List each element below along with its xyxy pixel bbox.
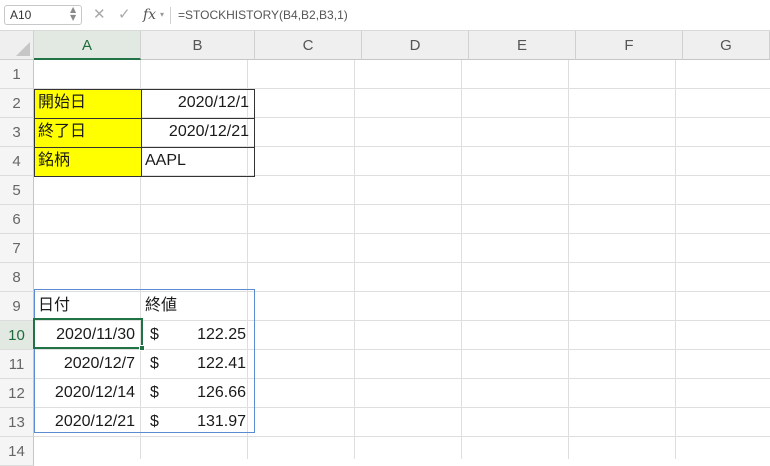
- select-all-icon: [16, 42, 30, 56]
- currency-symbol: $: [150, 355, 159, 372]
- cell-b11[interactable]: $ 122.41: [141, 350, 255, 379]
- row-header-8[interactable]: 8: [0, 263, 34, 292]
- column-header-b[interactable]: B: [141, 31, 255, 60]
- column-header-g[interactable]: G: [683, 31, 770, 60]
- row-header-13[interactable]: 13: [0, 408, 34, 437]
- row-header-2[interactable]: 2: [0, 89, 34, 118]
- row-header-9[interactable]: 9: [0, 292, 34, 321]
- row-header-7[interactable]: 7: [0, 234, 34, 263]
- cell-a4[interactable]: 銘柄: [34, 147, 141, 176]
- column-header-c[interactable]: C: [255, 31, 362, 60]
- cell-b2[interactable]: 2020/12/1: [141, 89, 255, 118]
- column-header-f[interactable]: F: [576, 31, 683, 60]
- cell-a3[interactable]: 終了日: [34, 118, 141, 147]
- column-header-e[interactable]: E: [469, 31, 576, 60]
- row-header-5[interactable]: 5: [0, 176, 34, 205]
- cell-b3[interactable]: 2020/12/21: [141, 118, 255, 147]
- cell-b9[interactable]: 終値: [141, 292, 255, 321]
- row-header-3[interactable]: 3: [0, 118, 34, 147]
- row-header-10[interactable]: 10: [0, 321, 34, 350]
- row-header-12[interactable]: 12: [0, 379, 34, 408]
- cell-b13[interactable]: $ 131.97: [141, 408, 255, 437]
- amount-value: 122.25: [197, 326, 246, 343]
- currency-symbol: $: [150, 326, 159, 343]
- formula-bar: A10 ▲ ▼ ✕ ✓ fx ▾ =STOCKHISTORY(B4,B2,B3,1…: [0, 0, 770, 31]
- fill-handle[interactable]: [139, 345, 145, 351]
- cell-b10[interactable]: $ 122.25: [141, 321, 255, 350]
- cell-a13[interactable]: 2020/12/21: [34, 408, 141, 437]
- cell-b4[interactable]: AAPL: [141, 147, 255, 176]
- row-header-1[interactable]: 1: [0, 60, 34, 89]
- cancel-icon[interactable]: ✕: [93, 6, 106, 23]
- row-header-14[interactable]: 14: [0, 437, 34, 466]
- row-header-4[interactable]: 4: [0, 147, 34, 176]
- amount-value: 122.41: [197, 355, 246, 372]
- insert-function-icon[interactable]: fx: [143, 7, 156, 23]
- amount-value: 126.66: [197, 384, 246, 401]
- column-header-a[interactable]: A: [34, 31, 141, 60]
- formula-bar-divider: [170, 7, 171, 24]
- cell-a10[interactable]: 2020/11/30: [34, 321, 141, 350]
- cell-a11[interactable]: 2020/12/7: [34, 350, 141, 379]
- currency-symbol: $: [150, 384, 159, 401]
- select-all-button[interactable]: [0, 31, 34, 60]
- confirm-icon[interactable]: ✓: [118, 6, 131, 23]
- cell-a2[interactable]: 開始日: [34, 89, 141, 118]
- column-header-d[interactable]: D: [362, 31, 469, 60]
- row-header-11[interactable]: 11: [0, 350, 34, 379]
- cell-a9[interactable]: 日付: [34, 292, 141, 321]
- row-header-6[interactable]: 6: [0, 205, 34, 234]
- currency-symbol: $: [150, 413, 159, 430]
- cell-b12[interactable]: $ 126.66: [141, 379, 255, 408]
- cell-a12[interactable]: 2020/12/14: [34, 379, 141, 408]
- chevron-down-icon[interactable]: ▾: [160, 10, 164, 19]
- name-box-stepper-icon[interactable]: ▲ ▼: [70, 6, 76, 22]
- amount-value: 131.97: [197, 413, 246, 430]
- formula-input[interactable]: =STOCKHISTORY(B4,B2,B3,1): [178, 7, 348, 23]
